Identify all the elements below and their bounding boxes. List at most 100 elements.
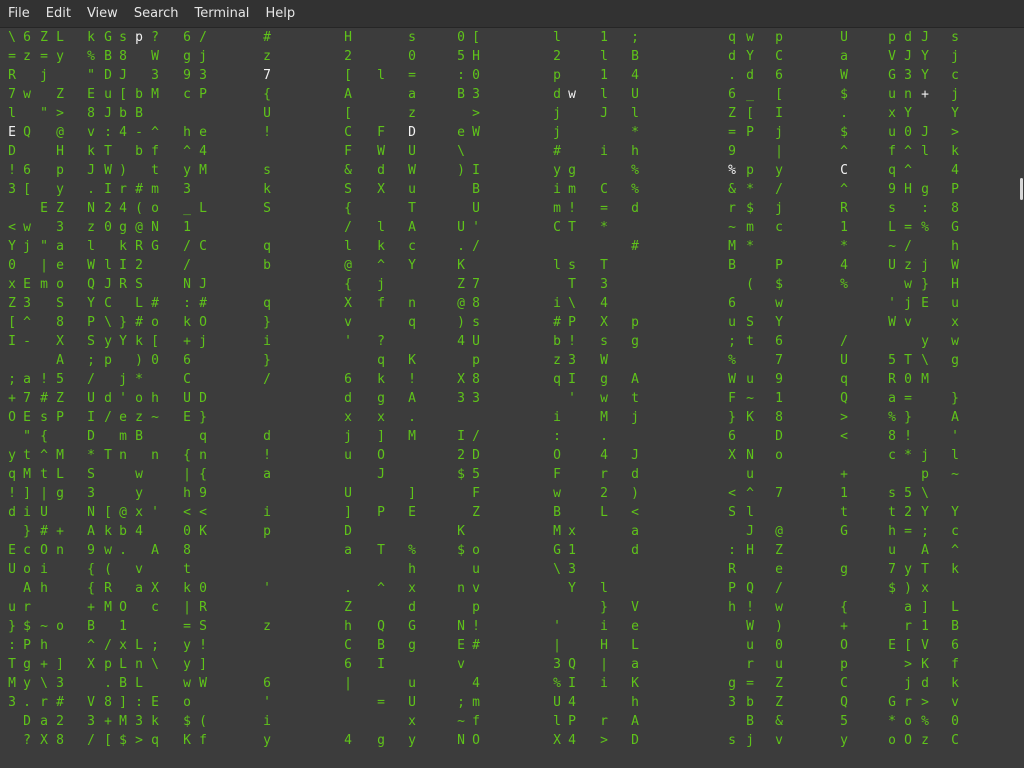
rain-glyph: 8 [119,49,127,64]
terminal-viewport[interactable]: \ = R 7 l E D! 3 < Y 0 x Z[I; + Oy q! d E Uu}: T M 3 6 z w Q 6[w j E… [0,28,1024,768]
rain-glyph: x [921,581,929,596]
rain-glyph: < [728,486,736,501]
rain-glyph: B [135,429,143,444]
rain-glyph: = [904,220,912,235]
rain-glyph: ? [151,30,159,45]
rain-glyph: 9 [888,182,896,197]
rain-glyph: 8 [104,695,112,710]
rain-glyph: * [904,448,912,463]
menu-edit[interactable]: Edit [38,0,79,28]
rain-glyph: } [263,315,271,330]
rain-glyph: w [553,486,561,501]
rain-glyph: g [921,182,929,197]
rain-glyph: 6 [23,163,31,178]
rain-glyph: y [23,676,31,691]
rain-glyph: K [199,524,207,539]
rain-glyph: w [23,87,31,102]
rain-glyph: B [87,619,95,634]
rain-glyph: 7 [263,68,271,83]
rain-glyph: $ [183,714,191,729]
rain-glyph: Q [840,391,848,406]
rain-glyph: M [56,448,64,463]
rain-glyph: J [119,68,127,83]
rain-glyph: 3 [23,296,31,311]
rain-glyph: W [408,163,416,178]
scrollbar-handle[interactable] [1020,178,1023,200]
rain-glyph: s [568,258,576,273]
rain-glyph: H [746,543,754,558]
rain-glyph: G [888,68,896,83]
rain-glyph: E [8,543,16,558]
rain-glyph: 4 [951,163,959,178]
rain-glyph: Y [921,505,929,520]
rain-glyph: 3 [87,714,95,729]
rain-glyph: [ [119,87,127,102]
rain-glyph: 5 [457,49,465,64]
rain-glyph: C [600,182,608,197]
menu-terminal[interactable]: Terminal [186,0,257,28]
rain-glyph: R [888,372,896,387]
rain-glyph: x [135,505,143,520]
rain-glyph: 6 [183,353,191,368]
rain-glyph: Y [8,239,16,254]
rain-glyph: R [728,562,736,577]
rain-glyph: j [377,277,385,292]
rain-glyph: * [888,714,896,729]
rain-glyph: 4 [472,676,480,691]
rain-glyph: 4 [600,296,608,311]
rain-glyph: P [568,315,576,330]
rain-glyph: M [8,676,16,691]
rain-glyph: F [728,391,736,406]
rain-glyph: W [199,676,207,691]
rain-glyph: D [104,68,112,83]
rain-glyph: ^ [840,182,848,197]
rain-glyph: I [8,334,16,349]
menu-view[interactable]: View [79,0,126,28]
rain-glyph: I [568,676,576,691]
rain-glyph: g [631,334,639,349]
rain-glyph: A [631,714,639,729]
rain-glyph: l [553,714,561,729]
rain-glyph: M [23,467,31,482]
rain-glyph: ! [408,372,416,387]
menu-help[interactable]: Help [257,0,303,28]
menu-file[interactable]: File [0,0,38,28]
rain-glyph: 8 [951,201,959,216]
rain-glyph: ) [631,486,639,501]
rain-glyph: ^ [746,486,754,501]
rain-glyph: 6 [951,638,959,653]
rain-glyph: % [728,353,736,368]
rain-glyph: 8 [183,543,191,558]
rain-glyph: l [600,581,608,596]
rain-glyph: h [728,600,736,615]
rain-glyph: Y [746,49,754,64]
rain-glyph: % [631,182,639,197]
rain-glyph: 5 [56,372,64,387]
rain-glyph: u [8,600,16,615]
menu-search[interactable]: Search [126,0,187,28]
rain-glyph: = [746,676,754,691]
rain-glyph: - [23,334,31,349]
rain-glyph: A [56,353,64,368]
rain-glyph: ! [8,486,16,501]
rain-glyph: o [183,695,191,710]
rain-glyph: K [921,657,929,672]
rain-glyph: L [119,657,127,672]
rain-glyph: Y [87,296,95,311]
rain-glyph: j [904,676,912,691]
rain-glyph: L [135,676,143,691]
rain-glyph: n [904,87,912,102]
rain-glyph: E [888,638,896,653]
rain-glyph: ] [23,486,31,501]
rain-glyph: g [56,486,64,501]
rain-glyph: h [40,638,48,653]
rain-glyph: u [472,562,480,577]
rain-glyph: U [840,353,848,368]
rain-glyph: I [377,657,385,672]
rain-glyph: > [600,733,608,748]
rain-glyph: t [746,334,754,349]
rain-glyph: # [40,524,48,539]
rain-glyph: v [344,315,352,330]
rain-glyph: l [377,68,385,83]
rain-glyph: l [600,49,608,64]
